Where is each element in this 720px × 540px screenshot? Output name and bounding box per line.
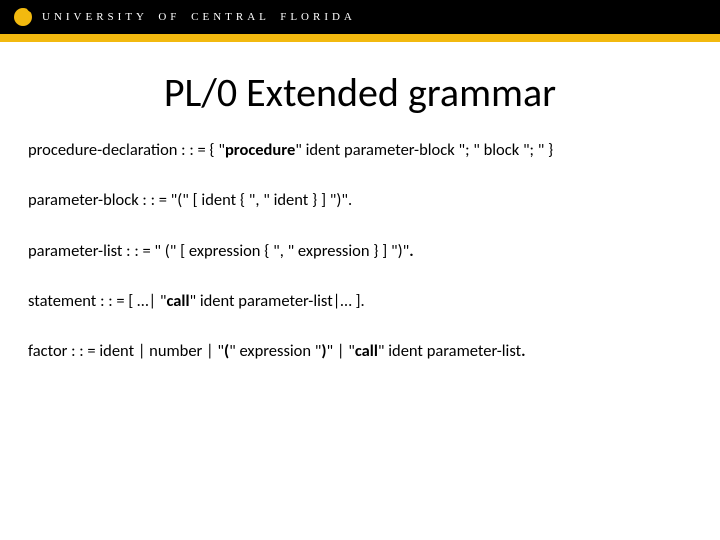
rule-text: parameter-list : : = " (" [ expression {… bbox=[28, 241, 409, 261]
rule-text: " ident parameter-list|… ]. bbox=[190, 291, 365, 311]
rule-text: " expression " bbox=[229, 341, 321, 361]
rule-terminator: . bbox=[521, 341, 525, 361]
rule-parameter-block: parameter-block : : = "(" [ ident { ", "… bbox=[28, 189, 692, 211]
rule-text: " ident parameter-list bbox=[378, 341, 521, 361]
keyword-call: call bbox=[166, 291, 189, 311]
rule-text: statement : : = [ …| " bbox=[28, 291, 166, 311]
university-name: UNIVERSITY OF CENTRAL FLORIDA bbox=[42, 11, 356, 23]
rule-text: factor : : = ident | number | " bbox=[28, 341, 224, 361]
keyword-call: call bbox=[355, 341, 378, 361]
grammar-content: procedure-declaration : : = { "procedure… bbox=[0, 139, 720, 362]
rule-text: procedure-declaration : : = { " bbox=[28, 140, 225, 160]
rule-parameter-list: parameter-list : : = " (" [ expression {… bbox=[28, 240, 692, 262]
keyword-procedure: procedure bbox=[225, 140, 295, 160]
rule-procedure-declaration: procedure-declaration : : = { "procedure… bbox=[28, 139, 692, 161]
header-bar: UNIVERSITY OF CENTRAL FLORIDA bbox=[0, 0, 720, 34]
accent-bar bbox=[0, 34, 720, 42]
rule-statement: statement : : = [ …| "call" ident parame… bbox=[28, 290, 692, 312]
page-title: PL/0 Extended grammar bbox=[0, 68, 720, 117]
rule-text: " ident parameter-block "; " block "; " … bbox=[295, 140, 553, 160]
ucf-logo-icon bbox=[14, 8, 32, 26]
rule-terminator: . bbox=[409, 241, 413, 261]
rule-text: " | " bbox=[327, 341, 355, 361]
rule-text: parameter-block : : = "(" [ ident { ", "… bbox=[28, 190, 352, 210]
rule-factor: factor : : = ident | number | "(" expres… bbox=[28, 340, 692, 362]
